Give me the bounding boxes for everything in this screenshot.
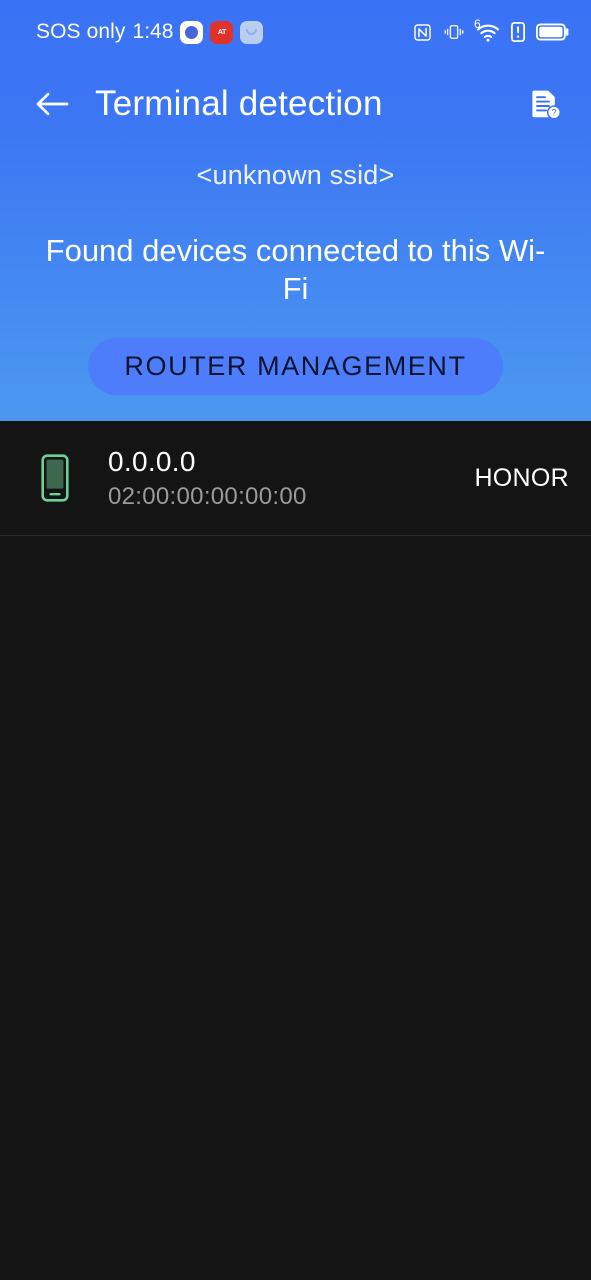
red-app-icon: AT [210, 20, 234, 44]
shield-app-icon [180, 20, 204, 44]
device-info: 0.0.0.0 02:00:00:00:00:00 [108, 446, 307, 511]
page-title: Terminal detection [95, 84, 383, 123]
app-bar: Terminal detection ? [0, 64, 591, 144]
ssid-label: <unknown ssid> [196, 160, 395, 190]
pale-app-icon [240, 20, 264, 44]
clock-label: 1:48 [132, 20, 174, 43]
battery-icon [536, 23, 569, 41]
vibrate-icon [443, 22, 465, 42]
help-document-icon[interactable]: ? [521, 80, 569, 128]
back-button[interactable] [28, 80, 76, 128]
device-vendor: HONOR [474, 463, 569, 492]
device-mac: 02:00:00:00:00:00 [108, 482, 307, 510]
status-bar-right: 6 [413, 18, 569, 42]
router-management-button[interactable]: ROUTER MANAGEMENT [88, 338, 503, 395]
status-bar: SOS only 1:48 AT 6 [0, 0, 591, 64]
header-gradient-panel: SOS only 1:48 AT 6 Terminal detection ? … [0, 0, 591, 421]
phone-screen: SOS only 1:48 AT 6 Terminal detection ? … [0, 0, 591, 1280]
svg-text:?: ? [551, 108, 556, 118]
nfc-icon [413, 23, 432, 42]
found-devices-description: Found devices connected to this Wi-Fi [45, 233, 546, 306]
alert-icon [511, 22, 525, 42]
device-ip: 0.0.0.0 [108, 445, 196, 477]
device-list: 0.0.0.0 02:00:00:00:00:00 HONOR [0, 421, 591, 1280]
wifi-6-icon: 6 [474, 18, 500, 42]
carrier-label: SOS only [36, 20, 126, 43]
status-bar-left: SOS only 1:48 AT [36, 20, 264, 44]
table-row[interactable]: 0.0.0.0 02:00:00:00:00:00 HONOR [0, 421, 591, 536]
smartphone-icon [30, 454, 80, 502]
